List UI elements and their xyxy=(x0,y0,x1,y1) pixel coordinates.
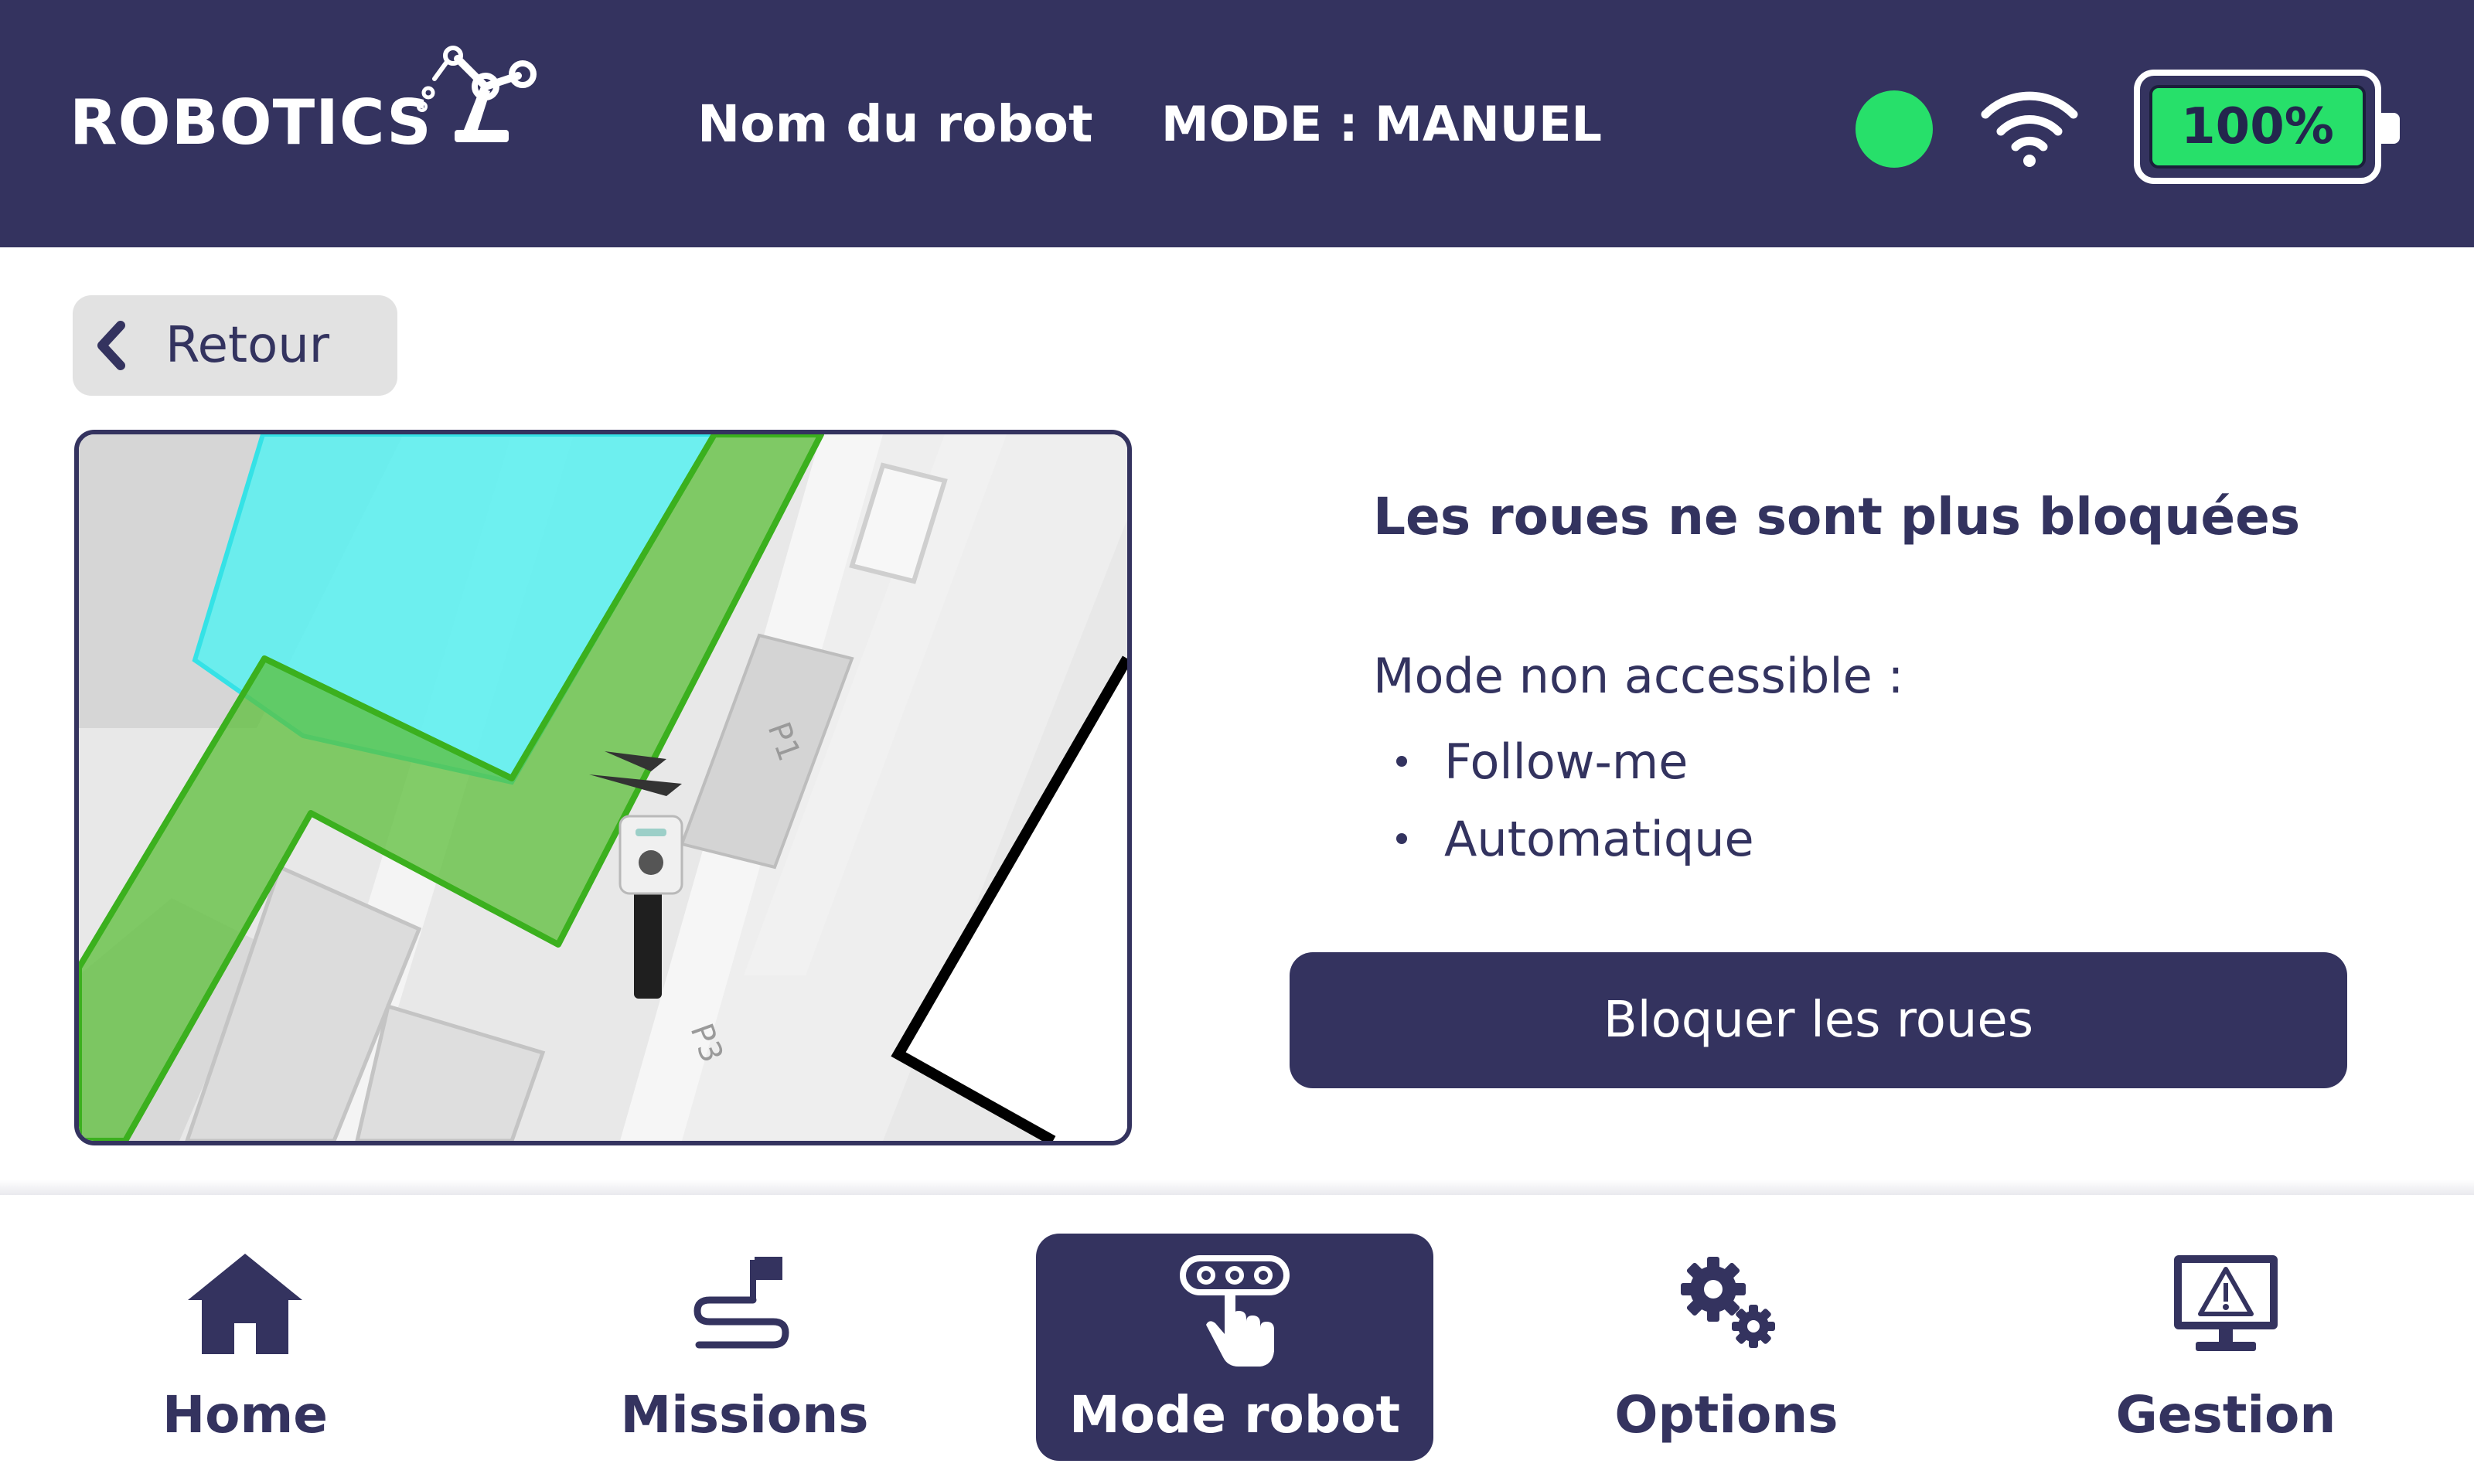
mission-path-flag-icon xyxy=(693,1257,789,1349)
nav-label: Home xyxy=(162,1385,329,1445)
robot-name: Nom du robot xyxy=(697,94,1093,154)
bullet-dot xyxy=(1396,833,1407,844)
robot-mode-hand-icon xyxy=(1180,1255,1290,1367)
nav-label: Missions xyxy=(620,1385,869,1445)
connection-status-dot xyxy=(1855,90,1933,168)
nav-label: Options xyxy=(1614,1385,1838,1445)
wifi-icon xyxy=(1981,91,2078,167)
unavailable-modes-list: Follow-me Automatique xyxy=(1396,723,1754,877)
battery-indicator: 100% xyxy=(2134,70,2381,184)
lock-wheels-button[interactable]: Bloquer les roues xyxy=(1290,952,2347,1088)
robotics-logo: ROBOTICS xyxy=(70,39,564,178)
list-item: Automatique xyxy=(1396,800,1754,877)
top-bar: ROBOTICS Nom du robot MODE : MANUEL 100% xyxy=(0,0,2474,247)
list-item-label: Automatique xyxy=(1444,810,1754,867)
robot-map[interactable]: P1 P3 xyxy=(74,430,1132,1145)
mode-indicator: MODE : MANUEL xyxy=(1161,96,1602,152)
nav-label: Gestion xyxy=(2115,1385,2336,1445)
nav-item-home[interactable]: Home xyxy=(46,1234,444,1461)
bullet-dot xyxy=(1396,756,1407,767)
bottom-navigation: Home Missions Mode robot Options Gestion xyxy=(0,1195,2474,1484)
back-button-label: Retour xyxy=(165,317,330,374)
battery-terminal xyxy=(2381,113,2400,144)
list-item-label: Follow-me xyxy=(1444,733,1689,790)
robot-arm-icon xyxy=(417,46,537,142)
nav-item-options[interactable]: Options xyxy=(1528,1234,1925,1461)
nav-item-missions[interactable]: Missions xyxy=(546,1234,943,1461)
gears-icon xyxy=(1681,1257,1775,1348)
nav-item-mode-robot[interactable]: Mode robot xyxy=(1036,1234,1433,1461)
nav-item-gestion[interactable]: Gestion xyxy=(2027,1234,2425,1461)
battery-level-fill: 100% xyxy=(2149,85,2366,168)
map-canvas: P1 P3 xyxy=(79,434,1127,1141)
brand-name: ROBOTICS xyxy=(70,87,432,158)
battery-percentage: 100% xyxy=(2181,98,2334,155)
chevron-left-icon xyxy=(97,321,125,370)
nav-divider xyxy=(0,1179,2474,1195)
nav-label: Mode robot xyxy=(1068,1385,1401,1445)
unavailable-modes-label: Mode non accessible : xyxy=(1373,648,1904,704)
wheels-status-title: Les roues ne sont plus bloquées xyxy=(1373,487,2301,546)
home-icon xyxy=(188,1254,302,1354)
list-item: Follow-me xyxy=(1396,723,1754,800)
back-button[interactable]: Retour xyxy=(73,295,397,396)
monitor-warning-icon xyxy=(2174,1255,2278,1351)
